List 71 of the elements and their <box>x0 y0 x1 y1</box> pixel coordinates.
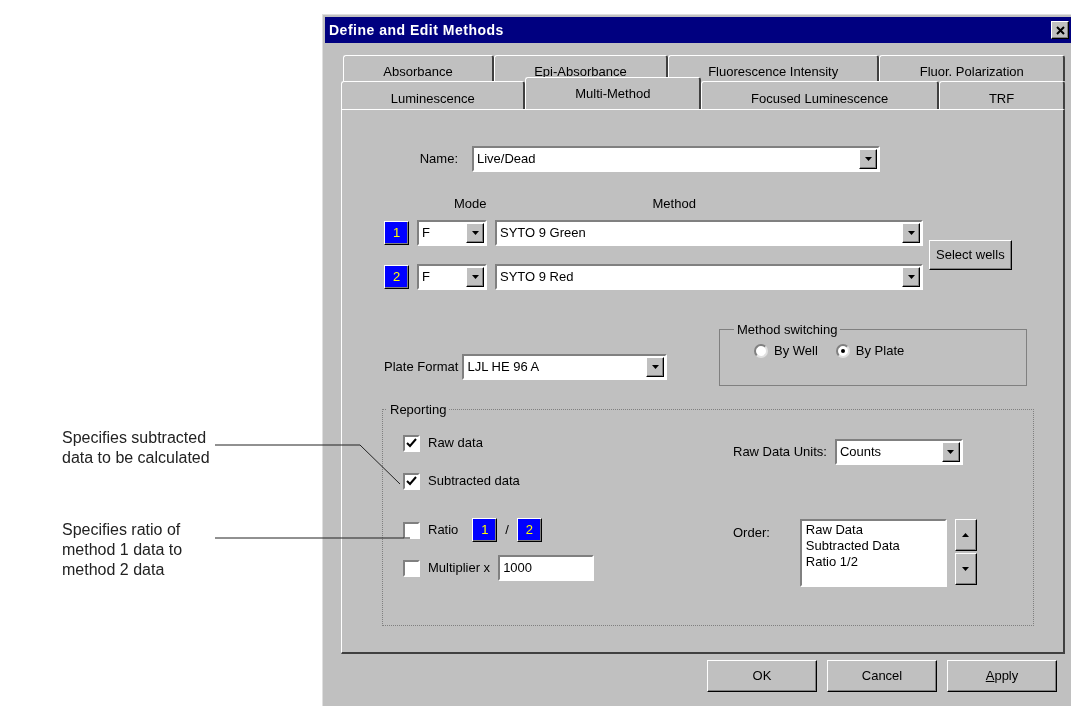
caret-icon <box>864 157 872 161</box>
close-icon <box>1055 25 1065 35</box>
ratio-separator: / <box>505 521 509 540</box>
dropdown-button[interactable] <box>859 149 877 169</box>
dropdown-button[interactable] <box>902 266 920 287</box>
caret-icon <box>471 274 479 279</box>
caret-icon <box>907 230 915 235</box>
checkbox-label: Subtracted data <box>428 472 520 491</box>
order-label: Order: <box>733 524 770 542</box>
annotation-text: Specifies ratio of method 1 data to method 2 data <box>62 520 183 580</box>
method-number-badge: 2 <box>517 518 542 542</box>
move-up-button[interactable] <box>954 519 977 551</box>
select-wells-button[interactable]: Select wells <box>929 239 1012 270</box>
dropdown-button[interactable] <box>902 222 920 243</box>
close-button[interactable] <box>1051 21 1069 39</box>
caret-icon <box>947 450 955 454</box>
column-header: Mode <box>454 195 487 213</box>
move-down-button[interactable] <box>954 553 977 585</box>
tab[interactable]: Absorbance <box>343 55 494 81</box>
radio-label: By Plate <box>855 342 905 360</box>
plate-format-combo[interactable]: LJL HE 96 A <box>462 353 668 380</box>
checkbox-label: Raw data <box>428 434 483 453</box>
name-combo[interactable]: Live/Dead <box>472 146 880 172</box>
checkbox[interactable] <box>403 472 420 490</box>
method-number-badge: 1 <box>472 518 498 542</box>
tab[interactable]: Focused Luminescence <box>701 81 940 109</box>
caret-icon <box>651 364 659 369</box>
dialog-button[interactable]: Cancel <box>827 660 937 692</box>
dialog-button[interactable]: OK <box>707 660 817 692</box>
raw-data-units-label: Raw Data Units: <box>733 443 827 462</box>
radio-label: By Well <box>774 342 818 360</box>
checkbox[interactable] <box>403 434 420 452</box>
tab[interactable]: Fluor. Polarization <box>879 55 1066 81</box>
list-item[interactable]: Ratio 1/2 <box>805 554 941 570</box>
method-combo[interactable]: SYTO 9 Red <box>495 263 923 290</box>
dialog-button[interactable]: Apply <box>947 660 1057 692</box>
up-icon <box>962 533 970 537</box>
group-title: Reporting <box>389 400 448 419</box>
method-number-badge: 1 <box>384 220 409 245</box>
tab[interactable]: Luminescence <box>341 81 526 109</box>
dropdown-button[interactable] <box>466 222 484 243</box>
caret-icon <box>907 274 915 279</box>
caret-icon <box>471 230 479 235</box>
tab[interactable]: Fluorescence Intensity <box>667 55 880 81</box>
checkbox[interactable] <box>403 521 420 539</box>
method-combo[interactable]: SYTO 9 Green <box>495 219 923 246</box>
list-item[interactable]: Raw Data <box>805 522 941 538</box>
dropdown-button[interactable] <box>466 266 484 287</box>
method-number-badge: 2 <box>384 264 409 289</box>
list-item[interactable]: Subtracted Data <box>805 538 941 554</box>
radio-button[interactable] <box>835 343 850 358</box>
group-title: Method switching <box>736 320 839 339</box>
tab[interactable]: TRF <box>939 81 1065 109</box>
name-label: Name: <box>418 150 459 169</box>
multiplier-field[interactable]: 1000 <box>498 555 595 581</box>
raw-data-units-combo[interactable]: Counts <box>834 439 963 465</box>
mode-combo[interactable]: F <box>417 219 487 246</box>
checkbox-label: Ratio <box>428 521 459 540</box>
checkbox[interactable] <box>403 559 420 577</box>
window-title: Define and Edit Methods <box>329 20 505 40</box>
column-header: Method <box>652 195 696 213</box>
dropdown-button[interactable] <box>941 442 960 462</box>
annotation-text: Specifies subtracted data to be calculated <box>62 428 210 468</box>
radio-button[interactable] <box>754 343 768 358</box>
mode-combo[interactable]: F <box>417 263 487 290</box>
plate-format-label: Plate Format <box>384 357 459 376</box>
tab[interactable]: Multi-Method <box>525 77 702 109</box>
order-list[interactable]: Raw Data Subtracted Data Ratio 1/2 <box>799 519 947 587</box>
dropdown-button[interactable] <box>646 356 665 377</box>
caret-icon <box>962 567 970 571</box>
checkbox-label: Multiplier x <box>428 559 491 578</box>
